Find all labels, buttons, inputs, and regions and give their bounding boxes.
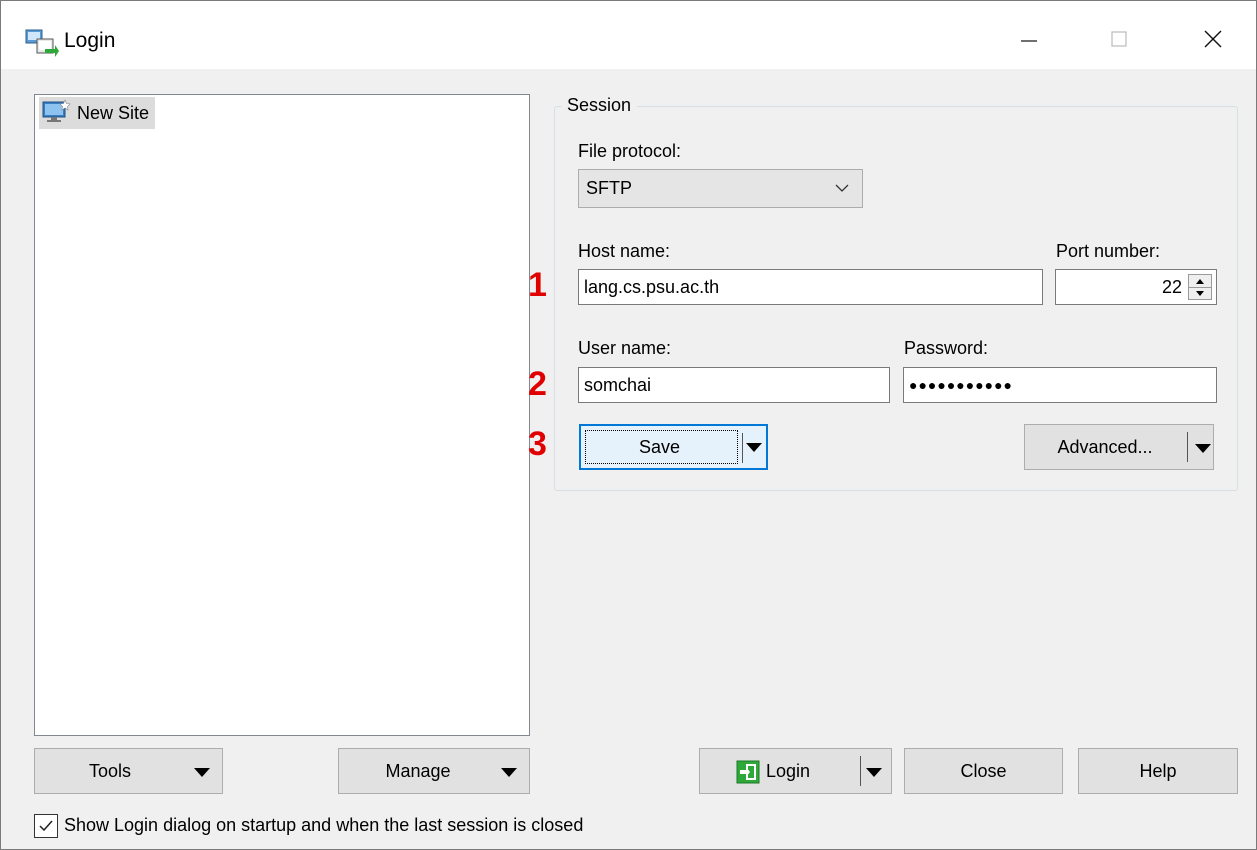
user-name-label: User name:: [578, 338, 672, 358]
annotation-step-1: 1: [528, 266, 547, 304]
login-window: Login New Site Session File protocol: SF…: [0, 0, 1257, 850]
close-button-label: Close: [960, 760, 1007, 781]
close-button[interactable]: Close: [904, 748, 1063, 794]
password-label: Password:: [904, 338, 989, 358]
chevron-down-icon: [835, 184, 849, 192]
window-title: Login: [64, 29, 116, 52]
manage-dropdown-arrow-icon: [501, 768, 517, 777]
tools-button-label: Tools: [88, 761, 132, 781]
annotation-step-2: 2: [528, 365, 547, 403]
site-tree-item-new-site[interactable]: New Site: [39, 97, 156, 129]
spinner-down-icon[interactable]: [1189, 287, 1211, 299]
save-split-separator: [742, 433, 743, 463]
save-button[interactable]: Save: [579, 424, 768, 470]
site-tree[interactable]: New Site: [34, 94, 530, 736]
minimize-button[interactable]: [999, 15, 1059, 63]
show-login-checkbox[interactable]: [34, 814, 58, 838]
spinner-up-icon[interactable]: [1189, 275, 1211, 287]
new-site-monitor-icon: [42, 99, 71, 122]
tools-dropdown-arrow-icon: [194, 768, 210, 777]
port-number-input[interactable]: 22: [1055, 269, 1217, 305]
manage-button[interactable]: Manage: [338, 748, 530, 794]
annotation-step-3: 3: [528, 425, 547, 463]
checkmark-icon: [39, 820, 53, 832]
file-protocol-label: File protocol:: [578, 141, 682, 161]
advanced-button-label: Advanced...: [1057, 437, 1153, 457]
advanced-split-separator: [1187, 432, 1188, 462]
advanced-button[interactable]: Advanced...: [1024, 424, 1214, 470]
tools-button[interactable]: Tools: [34, 748, 223, 794]
save-button-label: Save: [638, 437, 681, 457]
save-dropdown-arrow-icon[interactable]: [746, 443, 762, 452]
winscp-app-icon: [25, 29, 59, 57]
help-button[interactable]: Help: [1078, 748, 1238, 794]
login-icon: [736, 760, 760, 784]
advanced-dropdown-arrow-icon[interactable]: [1195, 444, 1211, 453]
maximize-button[interactable]: [1089, 15, 1149, 63]
show-login-checkbox-label[interactable]: Show Login dialog on startup and when th…: [64, 815, 583, 836]
close-window-button[interactable]: [1183, 15, 1243, 63]
site-tree-item-label: New Site: [77, 102, 150, 123]
help-button-label: Help: [1139, 760, 1177, 781]
user-name-input[interactable]: somchai: [578, 367, 890, 403]
port-number-label: Port number:: [1056, 241, 1161, 261]
login-button[interactable]: Login: [699, 748, 892, 794]
file-protocol-select[interactable]: SFTP: [578, 169, 863, 208]
login-split-separator: [860, 756, 861, 786]
title-bar: Login: [1, 1, 1256, 69]
port-number-value: 22: [1161, 276, 1182, 297]
host-name-label: Host name:: [578, 241, 671, 261]
host-name-input[interactable]: lang.cs.psu.ac.th: [578, 269, 1043, 305]
port-spinner[interactable]: [1188, 274, 1212, 300]
file-protocol-value: SFTP: [586, 178, 633, 198]
manage-button-label: Manage: [385, 761, 451, 781]
login-dropdown-arrow-icon[interactable]: [866, 768, 882, 777]
password-input[interactable]: ●●●●●●●●●●●: [903, 367, 1217, 403]
maximize-icon: [1111, 31, 1127, 47]
session-legend: Session: [561, 95, 638, 116]
minimize-icon: [1021, 40, 1037, 42]
login-button-label: Login: [766, 761, 811, 781]
close-icon: [1204, 30, 1222, 48]
